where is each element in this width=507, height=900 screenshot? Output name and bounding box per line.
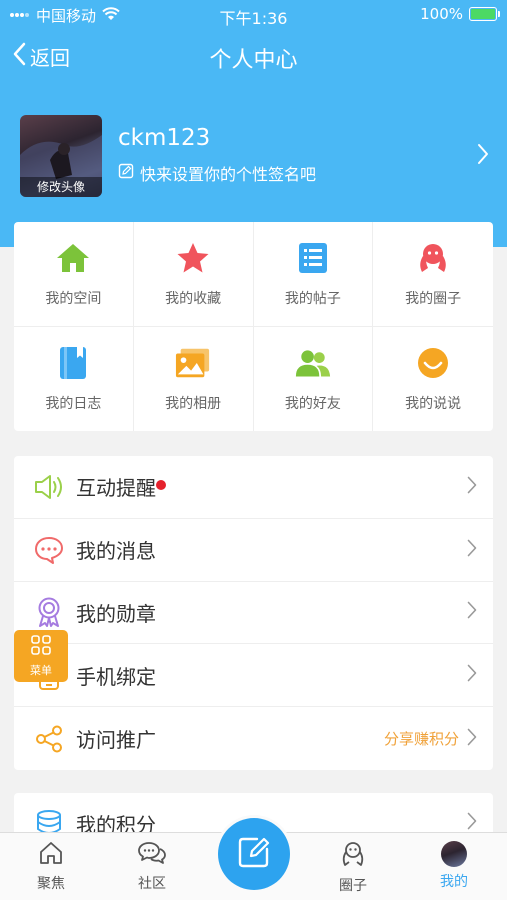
list-item-label: 我的消息 xyxy=(76,539,156,564)
grid-item-friends[interactable]: 我的好友 xyxy=(254,326,374,431)
star-icon xyxy=(175,240,211,276)
grid-item-label: 我的空间 xyxy=(45,290,102,307)
signature[interactable]: 快来设置你的个性签名吧 xyxy=(118,161,316,185)
list-icon xyxy=(295,240,331,276)
grid-item-label: 我的相册 xyxy=(165,395,222,412)
tab-label: 我的 xyxy=(440,874,468,890)
list-item-promotion[interactable]: 访问推广 分享赚积分 xyxy=(14,707,493,770)
battery-icon xyxy=(469,7,500,21)
chevron-right-icon xyxy=(467,728,477,750)
floating-menu-button[interactable]: 菜单 xyxy=(14,630,68,682)
page-title: 个人中心 xyxy=(209,48,298,73)
grid-item-label: 我的帖子 xyxy=(284,290,341,307)
tab-community[interactable]: 社区 xyxy=(117,841,187,893)
floating-menu-label: 菜单 xyxy=(30,664,52,677)
list-item-label: 互动提醒 xyxy=(76,476,156,501)
home-outline-icon xyxy=(38,841,64,869)
tab-label: 聚焦 xyxy=(37,876,65,892)
grid-item-label: 我的收藏 xyxy=(165,290,222,307)
grid-item-favorites[interactable]: 我的收藏 xyxy=(133,222,254,327)
chevron-right-icon xyxy=(467,664,477,686)
medal-icon xyxy=(34,597,64,628)
tab-circles[interactable]: 圈子 xyxy=(318,841,388,895)
profile-header[interactable]: 修改头像 ckm123 快来设置你的个性签名吧 xyxy=(0,113,507,197)
edit-avatar-label[interactable]: 修改头像 xyxy=(20,177,102,197)
message-icon xyxy=(34,535,64,565)
notebook-icon xyxy=(55,345,91,381)
smile-icon xyxy=(415,345,451,381)
grid-item-album[interactable]: 我的相册 xyxy=(134,326,254,431)
avatar[interactable]: 修改头像 xyxy=(20,115,102,197)
chevron-right-icon xyxy=(467,539,477,561)
share-points-label: 分享赚积分 xyxy=(383,730,459,749)
grid-item-label: 我的说说 xyxy=(405,395,462,412)
menu-list: 互动提醒 我的消息 我的勋章 手机绑定 访问推广 分享赚积分 xyxy=(14,456,493,770)
list-item-label: 我的勋章 xyxy=(76,601,156,626)
compose-button[interactable] xyxy=(215,815,293,893)
bottom-tab-bar: 聚焦 社区 圈子 我的 xyxy=(0,815,507,900)
list-item-messages[interactable]: 我的消息 xyxy=(14,519,493,582)
tab-label: 圈子 xyxy=(339,878,367,894)
status-bar: 中国移动 下午1:36 100% xyxy=(0,0,507,30)
chevron-right-icon xyxy=(467,476,477,498)
grid-item-circles[interactable]: 我的圈子 xyxy=(373,222,493,327)
edit-icon xyxy=(118,163,134,183)
grid-item-posts[interactable]: 我的帖子 xyxy=(253,222,374,327)
notification-dot xyxy=(156,479,166,490)
list-item-medals[interactable]: 我的勋章 xyxy=(14,582,493,645)
signature-text: 快来设置你的个性签名吧 xyxy=(140,165,317,184)
grid-item-label: 我的圈子 xyxy=(405,290,462,307)
chevron-right-icon xyxy=(467,601,477,623)
avatar xyxy=(441,841,467,867)
quick-access-grid: 我的空间 我的收藏 我的帖子 我的圈子 我的日志 我的相册 我的好友 我的说说 xyxy=(14,222,493,431)
list-item-phone-binding[interactable]: 手机绑定 xyxy=(14,644,493,708)
tab-focus[interactable]: 聚焦 xyxy=(16,841,86,893)
share-icon xyxy=(34,724,64,754)
compose-icon xyxy=(237,835,271,873)
grid-item-moments[interactable]: 我的说说 xyxy=(373,327,493,432)
grid-item-journal[interactable]: 我的日志 xyxy=(14,326,134,431)
username: ckm123 xyxy=(118,125,211,151)
chat-bubbles-icon xyxy=(137,841,167,869)
list-item-label: 手机绑定 xyxy=(76,664,156,689)
nav-bar: 返回 个人中心 xyxy=(0,34,507,80)
grid-item-label: 我的好友 xyxy=(284,395,341,412)
tab-label: 社区 xyxy=(138,876,166,892)
home-icon xyxy=(55,240,91,276)
grid-item-space[interactable]: 我的空间 xyxy=(14,222,134,327)
chevron-right-icon xyxy=(477,143,489,169)
list-item-interaction-reminder[interactable]: 互动提醒 xyxy=(14,456,493,519)
grid-item-label: 我的日志 xyxy=(45,395,102,412)
chevron-right-icon xyxy=(467,812,477,834)
list-item-label: 访问推广 xyxy=(76,728,156,753)
group-outline-icon xyxy=(339,841,367,871)
speaker-icon xyxy=(34,472,64,502)
grid-menu-icon xyxy=(30,634,52,660)
tab-mine[interactable]: 我的 xyxy=(419,841,489,891)
battery-percent: 100% xyxy=(420,5,463,23)
friends-icon xyxy=(295,345,331,381)
photo-album-icon xyxy=(175,345,211,381)
circle-group-icon xyxy=(415,240,451,276)
